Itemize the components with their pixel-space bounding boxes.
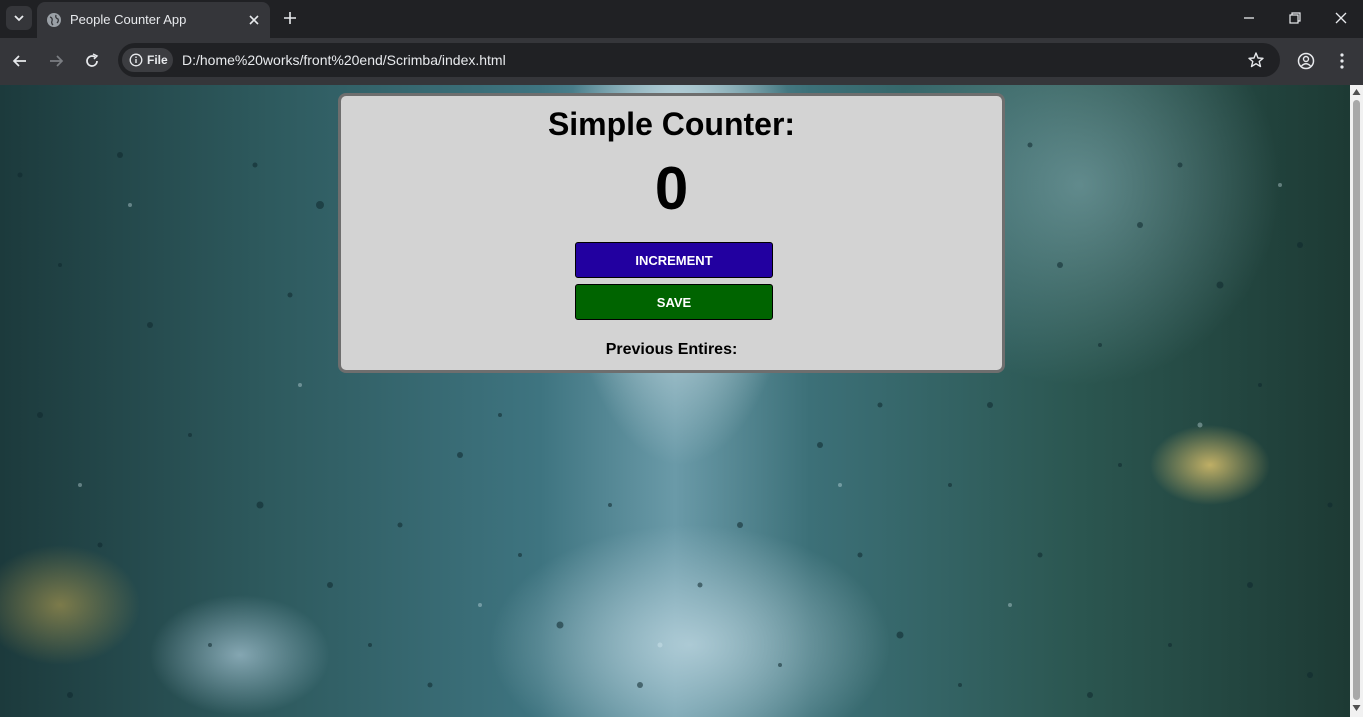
tab-search-icon bbox=[14, 15, 24, 22]
scrollbar-thumb[interactable] bbox=[1353, 100, 1360, 700]
counter-card: Simple Counter: 0 INCREMENT SAVE Previou… bbox=[338, 93, 1005, 373]
minimize-icon[interactable] bbox=[1239, 8, 1259, 28]
info-icon bbox=[129, 53, 143, 67]
browser-toolbar: File D:/home%20works/front%20end/Scrimba… bbox=[0, 38, 1363, 85]
save-button[interactable]: SAVE bbox=[575, 284, 773, 320]
previous-entries-label: Previous Entires: bbox=[605, 341, 738, 358]
reload-icon[interactable] bbox=[81, 50, 103, 72]
globe-icon bbox=[47, 13, 61, 27]
back-arrow-icon[interactable] bbox=[9, 50, 31, 72]
forward-arrow-icon[interactable] bbox=[45, 50, 67, 72]
scroll-up-arrow-icon[interactable] bbox=[1352, 88, 1361, 96]
page-title: Simple Counter: bbox=[547, 106, 796, 142]
scroll-down-arrow-icon[interactable] bbox=[1352, 704, 1361, 712]
kebab-menu-icon[interactable] bbox=[1331, 50, 1353, 72]
plus-icon[interactable] bbox=[280, 8, 300, 28]
site-info-chip[interactable]: File bbox=[122, 48, 173, 72]
window-close-icon[interactable] bbox=[1331, 8, 1351, 28]
star-icon[interactable] bbox=[1246, 50, 1266, 70]
chip-label: File bbox=[147, 53, 168, 67]
increment-button[interactable]: INCREMENT bbox=[575, 242, 773, 278]
tab-search-button[interactable] bbox=[6, 6, 32, 30]
restore-icon[interactable] bbox=[1285, 8, 1305, 28]
browser-title-bar: People Counter App bbox=[0, 0, 1363, 38]
address-bar[interactable]: File D:/home%20works/front%20end/Scrimba… bbox=[118, 43, 1280, 77]
browser-tab[interactable]: People Counter App bbox=[37, 2, 270, 38]
count-display: 0 bbox=[654, 155, 689, 222]
tab-title: People Counter App bbox=[70, 12, 187, 27]
profile-icon[interactable] bbox=[1295, 50, 1317, 72]
page-viewport: Simple Counter: 0 INCREMENT SAVE Previou… bbox=[0, 85, 1350, 717]
url-text[interactable]: D:/home%20works/front%20end/Scrimba/inde… bbox=[182, 52, 506, 68]
vertical-scrollbar[interactable] bbox=[1350, 85, 1363, 717]
close-icon[interactable] bbox=[245, 11, 263, 29]
